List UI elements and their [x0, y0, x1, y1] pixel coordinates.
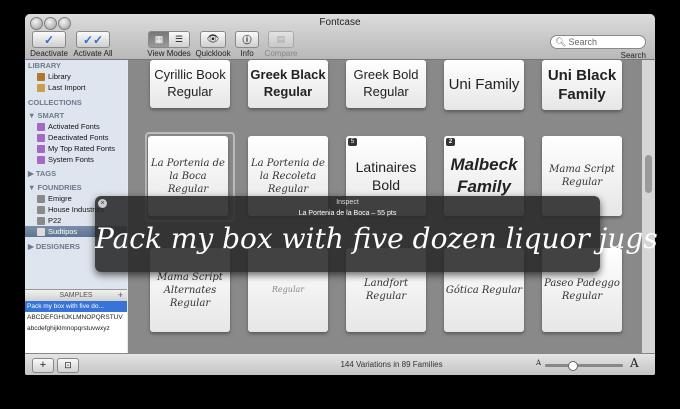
font-card-label: La Portenia de la Recoleta Regular	[251, 157, 325, 195]
search-placeholder: Search	[568, 37, 597, 47]
grid-view-icon[interactable]: ▦	[149, 32, 169, 47]
font-card-label: Latinaires Bold	[355, 158, 417, 193]
section-library: LIBRARY	[28, 61, 62, 70]
font-card-label: Gótica Regular	[445, 284, 523, 296]
font-card-label: Greek Black Regular	[250, 67, 326, 99]
sample-item[interactable]: ABCDEFGHIJKLMNOPQRSTUV	[25, 312, 127, 323]
preview-size-slider[interactable]	[545, 361, 623, 371]
sidebar-item-activated[interactable]: Activated Fonts	[25, 121, 127, 132]
deactivate-button[interactable]: ✓ Deactivate	[29, 31, 69, 58]
font-card-label: Landfort Regular	[364, 278, 408, 302]
view-modes-control[interactable]: ▦ ☰ View Modes	[147, 31, 191, 58]
section-tags[interactable]: ▶ TAGS	[25, 168, 127, 179]
quicklook-label: Quicklook	[195, 49, 231, 58]
sidebar-item-label: Library	[48, 72, 71, 81]
variation-count-badge: 5	[348, 138, 357, 146]
variation-count-badge: 2	[446, 138, 455, 146]
sidebar-item-label: My Top Rated Fonts	[48, 144, 115, 153]
inspect-title: Inspect	[336, 199, 359, 206]
quicklook-button[interactable]: 👁 Quicklook	[193, 31, 233, 58]
font-card-label: Malbeck Family	[450, 154, 518, 196]
bottom-bar: + ⊡ 144 Variations in 89 Families A A	[25, 353, 655, 375]
search-label: Search	[620, 51, 646, 60]
checkmark-icon: ✓✓	[82, 32, 104, 47]
activate-all-button[interactable]: ✓✓ Activate All	[71, 31, 115, 58]
sidebar-item-label: Activated Fonts	[48, 122, 100, 131]
view-modes-label: View Modes	[147, 49, 191, 58]
vertical-scrollbar[interactable]	[642, 60, 655, 353]
title-bar: Fontcase ✓ Deactivate ✓✓ Activate All ▦ …	[25, 14, 655, 60]
search-input[interactable]: 🔍︎ Search	[550, 35, 646, 49]
plus-icon: +	[39, 359, 47, 371]
foundry-icon	[37, 194, 45, 203]
deactivate-label: Deactivate	[30, 49, 68, 58]
list-view-icon[interactable]: ☰	[169, 32, 189, 47]
library-icon	[37, 72, 45, 81]
inspect-sample-text: Pack my box with five dozen liquor jugs	[95, 222, 658, 255]
info-button[interactable]: ⓘ Info	[233, 31, 261, 58]
collection-action-button[interactable]: ⊡	[57, 358, 79, 373]
font-card[interactable]: Cyrillic Book Regular	[150, 60, 230, 108]
foundry-icon	[37, 205, 45, 214]
font-card[interactable]: Uni Family	[444, 60, 524, 110]
sidebar-item-label: Sudtipos	[48, 227, 78, 236]
smart-folder-icon	[37, 122, 45, 131]
search-icon: 🔍︎	[555, 36, 567, 47]
foundry-icon	[37, 227, 45, 236]
import-icon	[37, 83, 45, 92]
samples-label: SAMPLES	[59, 292, 93, 299]
sidebar-item-label: Deactivated Fonts	[48, 133, 109, 142]
add-button[interactable]: +	[32, 358, 54, 373]
smart-folder-icon	[37, 133, 45, 142]
sample-item[interactable]: Pack my box with five do...	[25, 301, 127, 312]
foundry-icon	[37, 216, 45, 225]
smart-folder-icon	[37, 155, 45, 164]
add-sample-icon[interactable]: +	[118, 290, 123, 301]
slider-knob[interactable]	[568, 361, 579, 371]
font-card[interactable]: Greek Black Regular	[248, 60, 328, 108]
eye-icon: 👁	[206, 34, 220, 45]
sidebar-item-top-rated[interactable]: My Top Rated Fonts	[25, 143, 127, 154]
compare-icon: ▤	[276, 34, 286, 44]
zoom-large-icon: A	[630, 356, 639, 370]
compare-label: Compare	[264, 49, 298, 58]
info-icon: ⓘ	[242, 35, 252, 45]
sidebar-item-label: Last Import	[48, 83, 86, 92]
sample-item[interactable]: abcdefghijklmnopqrstuvwxyz	[25, 323, 127, 334]
font-card-label: Greek Bold Regular	[353, 67, 419, 99]
font-card-label: Mama Script Alternates Regular	[157, 271, 223, 309]
font-card[interactable]: Greek Bold Regular	[346, 60, 426, 108]
compare-button[interactable]: ▤ Compare	[263, 31, 299, 58]
sidebar-item-label: P22	[48, 216, 62, 225]
smart-folder-icon	[37, 144, 45, 153]
inspect-font-name: La Portenia de la Boca – 55 pts	[298, 210, 397, 217]
font-card-label: La Portenia de la Boca Regular	[151, 157, 225, 195]
sidebar-item-last-import[interactable]: Last Import	[25, 82, 127, 93]
sidebar-item-library[interactable]: Library	[25, 71, 127, 82]
sidebar-item-label: System Fonts	[48, 155, 94, 164]
sidebar-item-system[interactable]: System Fonts	[25, 154, 127, 165]
scrollbar-thumb[interactable]	[645, 155, 652, 193]
fontcase-window: Fontcase ✓ Deactivate ✓✓ Activate All ▦ …	[25, 14, 655, 375]
section-foundries[interactable]: ▼ FOUNDRIES	[25, 182, 127, 193]
samples-list: Pack my box with five do... ABCDEFGHIJKL…	[25, 301, 127, 353]
font-card-label: Mama Script Regular	[549, 164, 615, 188]
zoom-small-icon: A	[536, 359, 542, 367]
font-card-label: Cyrillic Book Regular	[154, 67, 226, 99]
checkmark-icon: ✓	[43, 32, 55, 47]
section-smart[interactable]: ▼ SMART	[25, 110, 127, 121]
section-collections[interactable]: COLLECTIONS	[25, 97, 127, 108]
sidebar-item-deactivated[interactable]: Deactivated Fonts	[25, 132, 127, 143]
activate-all-label: Activate All	[73, 49, 113, 58]
tray-icon: ⊡	[64, 360, 72, 370]
info-label: Info	[240, 49, 254, 58]
font-card[interactable]: Uni Black Family	[542, 60, 622, 110]
sidebar-item-label: Emigre	[48, 194, 72, 203]
window-title: Fontcase	[319, 17, 361, 28]
font-card-label: Uni Black Family	[547, 66, 617, 104]
font-card-label: Uni Family	[448, 76, 520, 94]
font-card-label: Paseo Padeggo Regular	[544, 278, 620, 302]
font-card-label: Regular	[271, 284, 305, 294]
inspect-panel: × Inspect La Portenia de la Boca – 55 pt…	[95, 196, 658, 272]
